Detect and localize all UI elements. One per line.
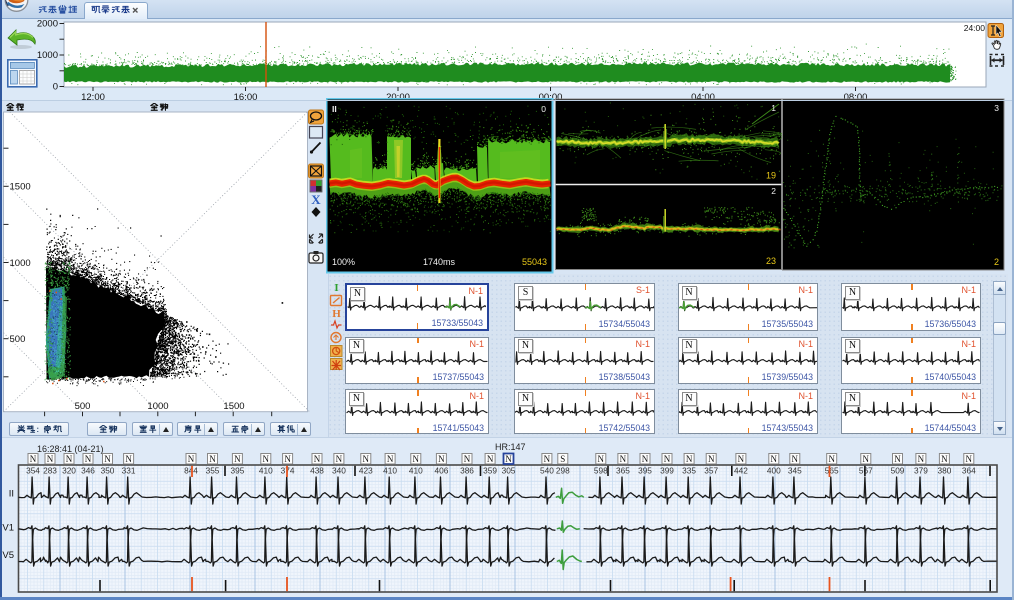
- svg-text:567: 567: [859, 465, 873, 475]
- svg-text:N: N: [30, 454, 37, 464]
- svg-text:N: N: [863, 454, 870, 464]
- svg-text:N: N: [708, 454, 715, 464]
- svg-text:N: N: [464, 454, 471, 464]
- svg-text:364: 364: [962, 465, 976, 475]
- svg-text:335: 335: [682, 465, 696, 475]
- svg-text:N: N: [487, 454, 494, 464]
- svg-text:423: 423: [359, 465, 373, 475]
- svg-text:565: 565: [825, 465, 839, 475]
- svg-text:N: N: [505, 454, 512, 464]
- svg-text:386: 386: [460, 465, 474, 475]
- svg-text:N: N: [47, 454, 54, 464]
- svg-text:1000: 1000: [147, 401, 168, 412]
- svg-text:H: H: [332, 308, 341, 320]
- svg-text:N: N: [941, 454, 948, 464]
- svg-text:N: N: [642, 454, 649, 464]
- svg-text:N: N: [966, 454, 973, 464]
- svg-text:24:00: 24:00: [964, 23, 986, 33]
- svg-text:2000: 2000: [37, 19, 58, 30]
- svg-text:320: 320: [62, 465, 76, 475]
- svg-text:395: 395: [638, 465, 652, 475]
- svg-text:N: N: [620, 454, 627, 464]
- svg-text:0: 0: [53, 82, 58, 93]
- svg-text:N: N: [598, 454, 605, 464]
- svg-text:0: 0: [541, 104, 546, 114]
- svg-text:N: N: [209, 454, 216, 464]
- svg-text:N: N: [918, 454, 925, 464]
- svg-text:N: N: [85, 454, 92, 464]
- svg-text:N: N: [234, 454, 241, 464]
- svg-text:410: 410: [383, 465, 397, 475]
- svg-text:442: 442: [734, 465, 748, 475]
- svg-text:406: 406: [434, 465, 448, 475]
- svg-text:S: S: [560, 454, 565, 464]
- svg-text:N: N: [104, 454, 111, 464]
- svg-text:3: 3: [994, 103, 999, 113]
- svg-text:X: X: [311, 192, 321, 207]
- svg-text:395: 395: [230, 465, 244, 475]
- svg-text:2: 2: [994, 257, 999, 267]
- svg-text:2: 2: [771, 186, 776, 196]
- svg-text:100%: 100%: [332, 257, 355, 267]
- svg-text:305: 305: [502, 465, 516, 475]
- svg-text:359: 359: [483, 465, 497, 475]
- svg-text:1000: 1000: [37, 50, 58, 61]
- svg-text:55043: 55043: [522, 257, 547, 267]
- svg-text:N: N: [387, 454, 394, 464]
- svg-text:1500: 1500: [10, 182, 31, 193]
- svg-text:1740ms: 1740ms: [423, 257, 456, 267]
- svg-text:I: I: [334, 282, 338, 294]
- svg-text:357: 357: [704, 465, 718, 475]
- svg-text:598: 598: [594, 465, 608, 475]
- svg-text:N: N: [188, 454, 195, 464]
- svg-text:II: II: [9, 489, 14, 500]
- svg-text:II: II: [332, 104, 337, 114]
- svg-text:298: 298: [556, 465, 570, 475]
- svg-text:1500: 1500: [223, 401, 244, 412]
- svg-text:N: N: [828, 454, 835, 464]
- svg-text:345: 345: [788, 465, 802, 475]
- svg-text:N: N: [686, 454, 693, 464]
- svg-text:379: 379: [914, 465, 928, 475]
- svg-text:380: 380: [937, 465, 951, 475]
- svg-text:N: N: [66, 454, 73, 464]
- svg-text:N: N: [664, 454, 671, 464]
- svg-text:N: N: [792, 454, 799, 464]
- svg-text:N: N: [284, 454, 291, 464]
- svg-text:500: 500: [10, 334, 26, 345]
- svg-text:N: N: [263, 454, 270, 464]
- svg-text:N: N: [894, 454, 901, 464]
- svg-text:N: N: [413, 454, 420, 464]
- svg-text:N: N: [738, 454, 745, 464]
- svg-text:410: 410: [409, 465, 423, 475]
- svg-text:N: N: [336, 454, 343, 464]
- svg-text:V5: V5: [2, 550, 14, 561]
- svg-text:V1: V1: [2, 523, 14, 534]
- svg-text:509: 509: [891, 465, 905, 475]
- svg-text:346: 346: [81, 465, 95, 475]
- svg-text:N: N: [314, 454, 321, 464]
- svg-text:N: N: [771, 454, 778, 464]
- svg-text:500: 500: [75, 401, 91, 412]
- svg-text:350: 350: [101, 465, 115, 475]
- svg-text:355: 355: [206, 465, 220, 475]
- svg-text:N: N: [125, 454, 132, 464]
- svg-text:400: 400: [767, 465, 781, 475]
- svg-text:N: N: [363, 454, 370, 464]
- svg-text:N: N: [438, 454, 445, 464]
- svg-text:283: 283: [43, 465, 57, 475]
- svg-text:365: 365: [616, 465, 630, 475]
- svg-text:N: N: [544, 454, 551, 464]
- svg-text:410: 410: [259, 465, 273, 475]
- svg-text:1: 1: [771, 103, 776, 113]
- svg-text:1000: 1000: [10, 258, 31, 269]
- svg-text:19: 19: [766, 171, 776, 181]
- svg-text:399: 399: [660, 465, 674, 475]
- svg-text:354: 354: [26, 465, 40, 475]
- svg-text:540: 540: [540, 465, 554, 475]
- svg-text:23: 23: [766, 256, 776, 266]
- svg-text:438: 438: [310, 465, 324, 475]
- svg-text:340: 340: [332, 465, 346, 475]
- svg-text:331: 331: [122, 465, 136, 475]
